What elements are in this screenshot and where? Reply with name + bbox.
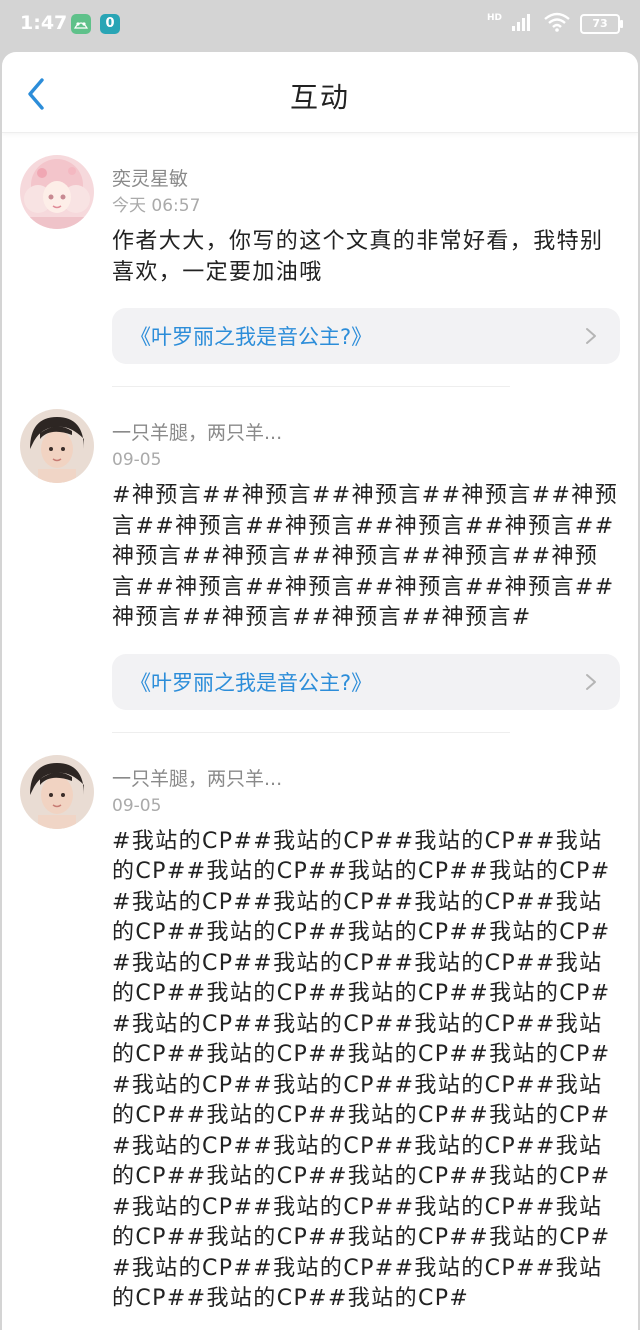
comment-item: 奕灵星敏 今天 06:57 作者大大，你写的这个文真的非常好看，我特别喜欢，一定… — [2, 155, 638, 364]
divider — [112, 386, 510, 387]
comment-text: #神预言##神预言##神预言##神预言##神预言##神预言##神预言##神预言#… — [112, 483, 619, 630]
comment-time: 今天 06:57 — [112, 196, 201, 216]
avatar[interactable] — [20, 754, 94, 829]
app-badge-icon: 0 — [100, 14, 120, 34]
signal-icon — [512, 13, 534, 35]
battery-indicator: 73 — [580, 14, 623, 34]
comment-item: 一只羊腿，两只羊... 09-05 #神预言##神预言##神预言##神预言##神… — [2, 409, 638, 710]
comment-body: 一只羊腿，两只羊... 09-05 #我站的CP##我站的CP##我站的CP##… — [112, 755, 620, 1315]
comment-username[interactable]: 奕灵星敏 — [112, 155, 620, 191]
app-screen: 互动 奕灵星敏 今天 06:57 作者大大，你写的这个文真的非常好看，我特别喜欢… — [2, 52, 638, 1330]
comment-body: 一只羊腿，两只羊... 09-05 #神预言##神预言##神预言##神预言##神… — [112, 409, 620, 710]
comment-time: 09-05 — [112, 450, 162, 470]
comment-text: 作者大大，你写的这个文真的非常好看，我特别喜欢，一定要加油哦 — [112, 229, 604, 285]
interaction-feed[interactable]: 奕灵星敏 今天 06:57 作者大大，你写的这个文真的非常好看，我特别喜欢，一定… — [2, 133, 638, 1315]
wifi-icon — [544, 12, 570, 36]
avatar[interactable] — [20, 155, 94, 229]
comment-text: #我站的CP##我站的CP##我站的CP##我站的CP##我站的CP##我站的C… — [112, 828, 611, 1312]
chevron-right-icon — [586, 328, 596, 344]
book-link[interactable]: 《叶罗丽之我是音公主?》 — [112, 308, 620, 364]
nav-header: 互动 — [2, 52, 638, 133]
status-time: 1:47 — [20, 12, 68, 34]
avatar[interactable] — [20, 409, 94, 483]
comment-time: 09-05 — [112, 795, 162, 816]
book-link[interactable]: 《叶罗丽之我是音公主?》 — [112, 653, 620, 710]
comment-username[interactable]: 一只羊腿，两只羊... — [112, 755, 620, 791]
comment-item: 一只羊腿，两只羊... 09-05 #我站的CP##我站的CP##我站的CP##… — [2, 754, 638, 1315]
comment-body: 奕灵星敏 今天 06:57 作者大大，你写的这个文真的非常好看，我特别喜欢，一定… — [112, 155, 620, 364]
divider — [112, 731, 510, 733]
book-title: 《叶罗丽之我是音公主?》 — [130, 325, 373, 349]
book-title: 《叶罗丽之我是音公主?》 — [130, 670, 373, 695]
comment-username[interactable]: 一只羊腿，两只羊... — [112, 409, 620, 445]
chevron-right-icon — [586, 673, 596, 690]
hd-label: HD — [486, 12, 502, 23]
android-app-icon — [71, 14, 91, 34]
page-title: 互动 — [289, 81, 350, 114]
status-bar: 1:47 0 HD 73 — [0, 0, 640, 52]
